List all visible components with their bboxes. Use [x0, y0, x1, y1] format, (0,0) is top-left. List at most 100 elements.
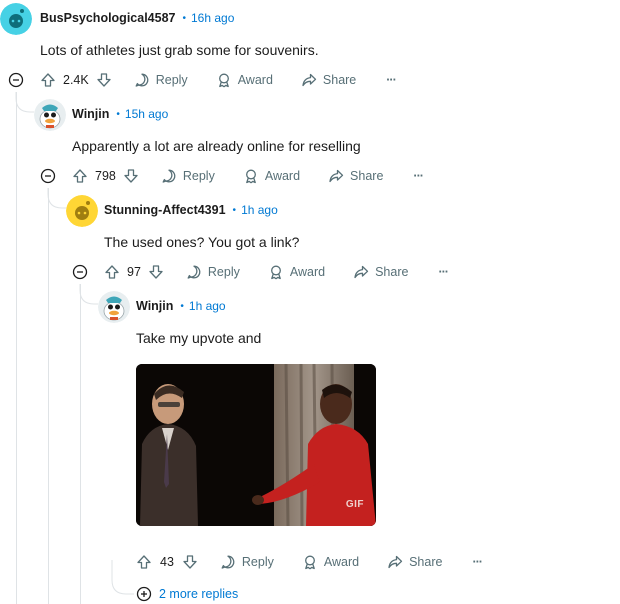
downvote-button[interactable]	[123, 168, 139, 184]
award-label: Award	[323, 555, 360, 569]
comment-actions: 2.4K Reply Award Share ···	[8, 69, 397, 91]
upvote-button[interactable]	[40, 72, 56, 88]
user-avatar[interactable]	[66, 195, 98, 227]
reply-bubble-icon	[187, 265, 201, 279]
comment-actions: 798 Reply Award Share ···	[40, 165, 424, 187]
upvote-button[interactable]	[104, 264, 120, 280]
award-label: Award	[264, 169, 301, 183]
share-label: Share	[350, 169, 384, 183]
downvote-button[interactable]	[96, 72, 112, 88]
meta-separator: •	[232, 204, 237, 216]
share-button[interactable]: Share	[353, 264, 408, 280]
meta-separator: •	[182, 12, 186, 24]
timestamp[interactable]: 16h ago	[191, 11, 234, 25]
collapse-button[interactable]	[40, 168, 56, 184]
gif-embed[interactable]: GIF	[136, 364, 376, 526]
more-options-button[interactable]: ···	[413, 169, 423, 183]
timestamp[interactable]: 1h ago	[241, 203, 278, 217]
downvote-arrow-icon	[124, 169, 138, 183]
share-arrow-icon	[329, 169, 344, 183]
comment-text: Apparently a lot are already online for …	[72, 138, 361, 154]
share-arrow-icon	[388, 555, 403, 569]
downvote-button[interactable]	[148, 264, 164, 280]
share-button[interactable]: Share	[387, 554, 442, 570]
more-options-button[interactable]: ···	[386, 73, 396, 87]
reply-label: Reply	[155, 73, 188, 87]
user-avatar[interactable]	[0, 3, 32, 35]
award-button[interactable]: Award	[302, 554, 359, 570]
username[interactable]: Winjin	[136, 299, 173, 313]
comment-meta: Winjin • 1h ago	[136, 296, 226, 316]
downvote-button[interactable]	[182, 554, 198, 570]
reply-button[interactable]: Reply	[161, 168, 215, 184]
more-options-button[interactable]: ···	[472, 555, 482, 569]
upvote-button[interactable]	[136, 554, 152, 570]
downvote-arrow-icon	[183, 555, 197, 569]
upvote-arrow-icon	[105, 265, 119, 279]
downvote-arrow-icon	[97, 73, 111, 87]
reply-button[interactable]: Reply	[134, 72, 188, 88]
comment-meta: Stunning-Affect4391 • 1h ago	[104, 200, 278, 220]
meta-separator: •	[180, 300, 184, 312]
share-arrow-icon	[354, 265, 369, 279]
reply-label: Reply	[207, 265, 240, 279]
reply-bubble-icon	[221, 555, 235, 569]
collapse-minus-icon	[8, 72, 24, 88]
reply-label: Reply	[182, 169, 215, 183]
award-button[interactable]: Award	[243, 168, 300, 184]
username[interactable]: Stunning-Affect4391	[104, 203, 226, 217]
timestamp[interactable]: 15h ago	[125, 107, 168, 121]
user-avatar[interactable]	[34, 99, 66, 131]
more-replies-link[interactable]: 2 more replies	[136, 586, 238, 602]
award-button[interactable]: Award	[216, 72, 273, 88]
award-button[interactable]: Award	[268, 264, 325, 280]
award-label: Award	[289, 265, 326, 279]
upvote-arrow-icon	[41, 73, 55, 87]
more-options-button[interactable]: ···	[438, 265, 448, 279]
reply-button[interactable]: Reply	[186, 264, 240, 280]
award-icon	[270, 265, 281, 280]
gif-label: GIF	[345, 499, 364, 510]
reply-label: Reply	[241, 555, 274, 569]
vote-count: 97	[127, 265, 141, 279]
comment-actions: 43 Reply Award Share ···	[136, 551, 483, 573]
reply-bubble-icon	[135, 73, 149, 87]
award-icon	[245, 169, 256, 184]
comment-actions: 97 Reply Award Share ···	[72, 261, 449, 283]
username[interactable]: Winjin	[72, 107, 109, 121]
vote-count: 2.4K	[63, 73, 89, 87]
snoo-teal-icon	[0, 3, 32, 35]
reply-bubble-icon	[162, 169, 176, 183]
comment-text: Lots of athletes just grab some for souv…	[40, 42, 319, 58]
downvote-arrow-icon	[149, 265, 163, 279]
timestamp[interactable]: 1h ago	[189, 299, 226, 313]
share-button[interactable]: Share	[328, 168, 383, 184]
duck-avatar-icon	[34, 99, 66, 131]
share-label: Share	[322, 73, 357, 87]
duck-avatar-icon	[98, 291, 130, 323]
award-label: Award	[237, 73, 273, 87]
award-icon	[218, 73, 229, 88]
vote-count: 43	[160, 555, 174, 569]
comment-text: Take my upvote and	[136, 330, 262, 346]
upvote-arrow-icon	[137, 555, 151, 569]
collapse-minus-icon	[40, 168, 56, 184]
collapse-button[interactable]	[72, 264, 88, 280]
share-label: Share	[375, 265, 409, 279]
comment-meta: BusPsychological4587 • 16h ago	[40, 8, 234, 28]
comment-text: The used ones? You got a link?	[104, 234, 300, 250]
award-icon	[304, 555, 315, 570]
comment-meta: Winjin • 15h ago	[72, 104, 168, 124]
share-button[interactable]: Share	[301, 72, 356, 88]
username[interactable]: BusPsychological4587	[40, 11, 175, 25]
collapse-button[interactable]	[8, 72, 24, 88]
collapse-minus-icon	[72, 264, 88, 280]
more-replies-label: 2 more replies	[159, 587, 239, 601]
upvote-button[interactable]	[72, 168, 88, 184]
upvote-arrow-icon	[73, 169, 87, 183]
share-label: Share	[409, 555, 443, 569]
reply-button[interactable]: Reply	[220, 554, 274, 570]
vote-count: 798	[95, 169, 116, 183]
user-avatar[interactable]	[98, 291, 130, 323]
share-arrow-icon	[302, 73, 317, 87]
